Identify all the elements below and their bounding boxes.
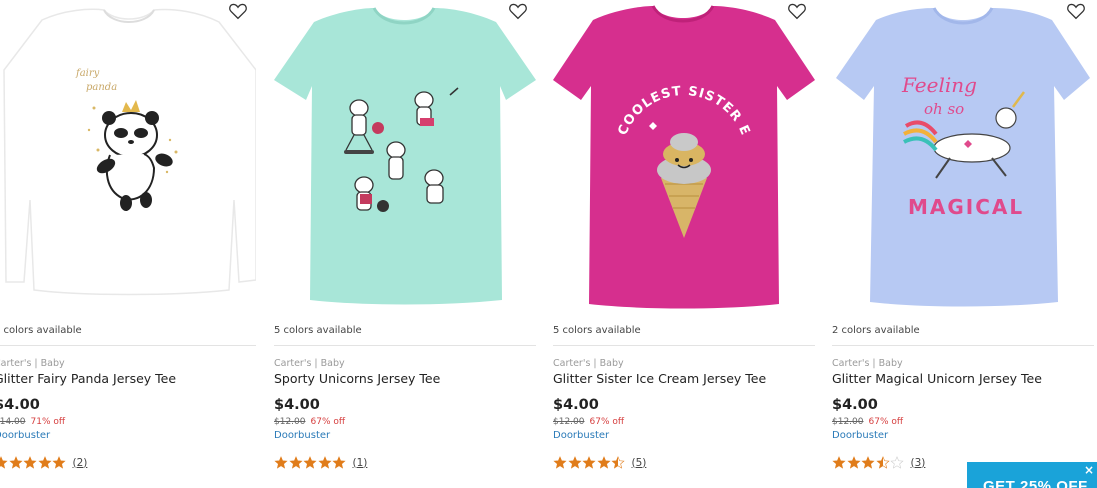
star-icon [332, 456, 346, 469]
discount-percent: 67% off [589, 417, 625, 427]
sale-price: $4.00 [832, 397, 878, 413]
star-icon [553, 456, 567, 469]
heart-icon[interactable] [228, 2, 248, 20]
doorbuster-badge[interactable]: Doorbuster [832, 430, 888, 441]
product-grid: fairy panda 3 colors available Carter's … [0, 0, 1097, 488]
star-icon [37, 456, 52, 469]
product-rating[interactable]: (5) [553, 456, 646, 469]
close-icon[interactable]: × [1084, 463, 1094, 477]
sporty-unicorns-shirt-image [274, 7, 536, 305]
graphic-text-panda: panda [86, 82, 117, 93]
star-icon [52, 456, 66, 469]
fairy-panda-shirt-image: fairy panda [3, 8, 256, 296]
divider [274, 345, 536, 346]
star-icon [611, 456, 625, 469]
product-card[interactable]: fairy panda 3 colors available Carter's … [0, 0, 256, 488]
price-details: $12.00 67% off [274, 417, 345, 427]
price-details: $14.00 71% off [0, 417, 65, 427]
promo-label[interactable]: GET 25% OFF [983, 478, 1088, 488]
original-price: $12.00 [274, 417, 306, 427]
doorbuster-badge[interactable]: Doorbuster [0, 430, 50, 441]
sale-price: $4.00 [553, 397, 599, 413]
product-title[interactable]: Glitter Sister Ice Cream Jersey Tee [553, 371, 766, 386]
review-count[interactable]: (5) [632, 457, 647, 469]
heart-icon[interactable] [787, 2, 807, 20]
sale-price: $4.00 [0, 397, 40, 413]
product-title[interactable]: Glitter Magical Unicorn Jersey Tee [832, 371, 1042, 386]
star-icon [582, 456, 596, 469]
ice-cream-shirt-image: COOLEST SISTER EVER! [553, 0, 815, 309]
sale-price: $4.00 [274, 397, 320, 413]
discount-percent: 67% off [868, 417, 904, 427]
brand-label: Carter's | Baby [553, 358, 624, 369]
heart-icon[interactable] [508, 2, 528, 20]
star-icon [274, 456, 288, 469]
product-image[interactable]: Feeling oh so MAGICAL [832, 0, 1094, 318]
product-image[interactable]: fairy panda [0, 0, 256, 318]
colors-available: 3 colors available [0, 325, 82, 336]
graphic-text-magical: MAGICAL [908, 195, 1024, 219]
graphic-text-feeling: Feeling [901, 73, 977, 97]
brand-label: Carter's | Baby [0, 358, 65, 369]
star-icon [8, 456, 23, 469]
brand-label: Carter's | Baby [274, 358, 345, 369]
star-icon [288, 456, 303, 469]
star-icon [317, 456, 332, 469]
star-icon [303, 456, 317, 469]
price-details: $12.00 67% off [832, 417, 903, 427]
product-title[interactable]: Sporty Unicorns Jersey Tee [274, 371, 440, 386]
star-rating [832, 456, 905, 469]
doorbuster-badge[interactable]: Doorbuster [274, 430, 330, 441]
star-rating [0, 456, 67, 469]
graphic-text-fairy: fairy [75, 68, 100, 79]
star-icon [875, 456, 890, 469]
star-icon [890, 456, 904, 469]
colors-available: 5 colors available [274, 325, 362, 336]
star-icon [567, 456, 582, 469]
product-card[interactable]: 5 colors available Carter's | Baby Sport… [274, 0, 536, 488]
star-icon [23, 456, 37, 469]
colors-available: 2 colors available [832, 325, 920, 336]
product-image[interactable] [274, 0, 536, 318]
original-price: $14.00 [0, 417, 26, 427]
graphic-text-oh-so: oh so [924, 100, 964, 118]
star-icon [832, 456, 846, 469]
review-count[interactable]: (1) [353, 457, 368, 469]
review-count[interactable]: (3) [911, 457, 926, 469]
doorbuster-badge[interactable]: Doorbuster [553, 430, 609, 441]
divider [553, 345, 815, 346]
star-rating [553, 456, 626, 469]
star-icon [861, 456, 875, 469]
review-count[interactable]: (2) [73, 457, 88, 469]
product-image[interactable]: COOLEST SISTER EVER! [553, 0, 815, 318]
original-price: $12.00 [832, 417, 864, 427]
product-rating[interactable]: (1) [274, 456, 367, 469]
brand-label: Carter's | Baby [832, 358, 903, 369]
star-rating [274, 456, 347, 469]
star-icon [0, 456, 8, 469]
price-details: $12.00 67% off [553, 417, 624, 427]
colors-available: 5 colors available [553, 325, 641, 336]
product-title[interactable]: Glitter Fairy Panda Jersey Tee [0, 371, 176, 386]
magical-unicorn-shirt-image: Feeling oh so MAGICAL [836, 7, 1090, 307]
product-card[interactable]: Feeling oh so MAGICAL 2 colors available… [832, 0, 1094, 488]
star-icon [846, 456, 861, 469]
product-card[interactable]: COOLEST SISTER EVER! 5 colors available … [553, 0, 815, 488]
divider [832, 345, 1094, 346]
discount-percent: 67% off [310, 417, 346, 427]
heart-icon[interactable] [1066, 2, 1086, 20]
star-icon [596, 456, 611, 469]
product-rating[interactable]: (2) [0, 456, 87, 469]
original-price: $12.00 [553, 417, 585, 427]
promo-banner[interactable]: GET 25% OFF × [967, 462, 1097, 488]
product-rating[interactable]: (3) [832, 456, 925, 469]
divider [0, 345, 256, 346]
discount-percent: 71% off [30, 417, 66, 427]
